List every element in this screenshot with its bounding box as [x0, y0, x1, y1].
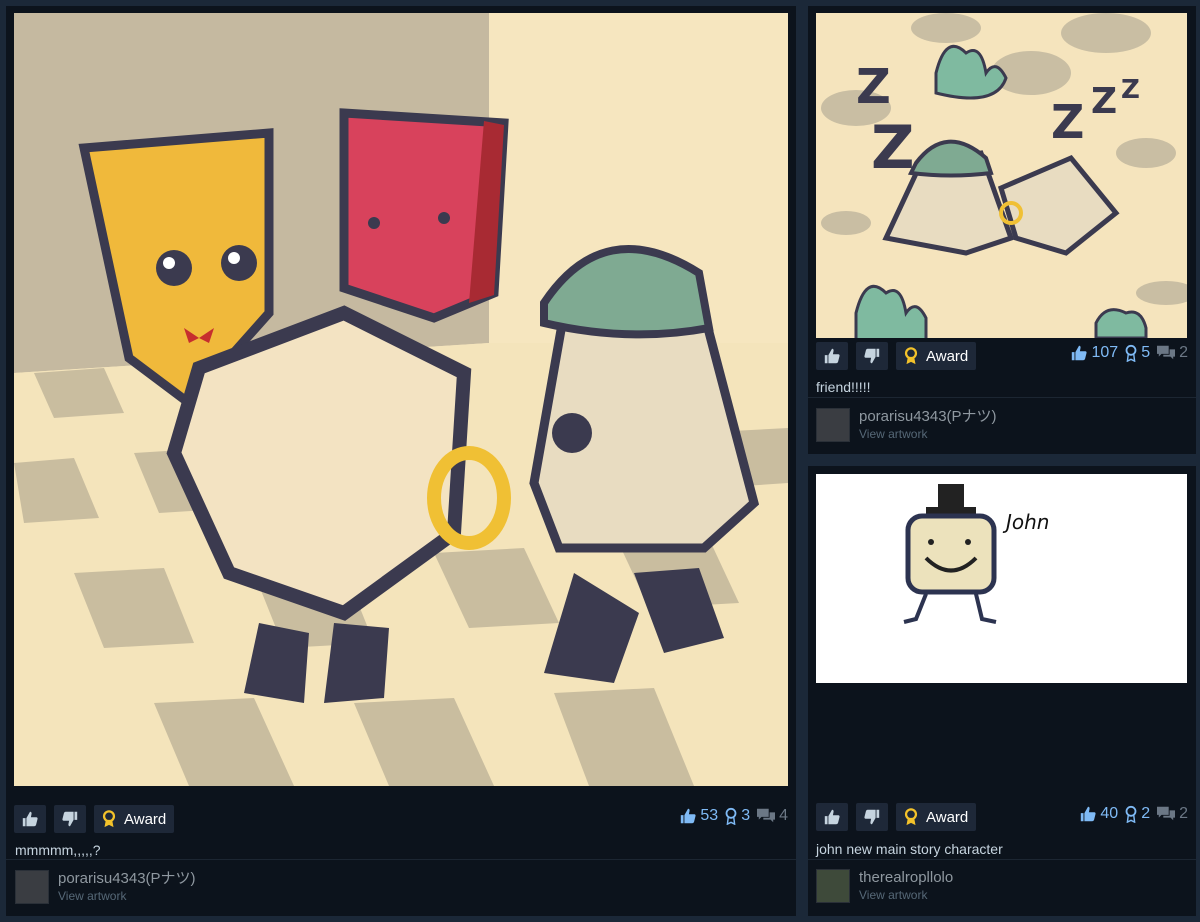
artwork-card-3: John Award 40 2 2 john new main story ch…: [808, 466, 1196, 916]
thumbs-up-icon: [1072, 345, 1088, 361]
upvote-button[interactable]: [816, 342, 848, 370]
likes-count: 40: [1100, 805, 1119, 822]
likes-count: 107: [1091, 344, 1119, 361]
avatar[interactable]: [816, 408, 850, 442]
thumbs-down-icon: [864, 809, 880, 825]
artwork-caption: mmmmm,,,,,?: [15, 842, 101, 858]
award-button[interactable]: Award: [896, 342, 977, 370]
action-bar-1: Award 53 3 4: [6, 799, 796, 833]
award-button[interactable]: Award: [896, 803, 977, 831]
svg-text:Z: Z: [1051, 95, 1084, 149]
action-bar-3: Award 40 2 2: [808, 797, 1196, 831]
award-label: Award: [926, 808, 969, 826]
author-block[interactable]: porarisu4343(Pナツ) View artwork: [816, 408, 997, 442]
svg-text:Z: Z: [1121, 75, 1140, 105]
award-count-icon: [1125, 805, 1137, 823]
stats-3: 40 2 2: [1079, 805, 1188, 823]
award-count-icon: [1125, 344, 1137, 362]
artwork-caption: john new main story character: [816, 841, 1003, 857]
thumbs-up-icon: [22, 811, 38, 827]
thumbs-up-icon: [824, 809, 840, 825]
comments-icon: [757, 808, 776, 823]
divider: [6, 859, 796, 860]
artwork-doodle-text: John: [1002, 510, 1050, 534]
artwork-image-1[interactable]: [14, 13, 788, 786]
thumbs-down-icon: [864, 348, 880, 364]
avatar[interactable]: [15, 870, 49, 904]
comments-icon: [1157, 345, 1176, 360]
downvote-button[interactable]: [856, 342, 888, 370]
divider: [808, 859, 1196, 860]
divider: [808, 397, 1196, 398]
artwork-card-1: Award 53 3 4 mmmmm,,,,,? porarisu4343(Pナ…: [6, 6, 796, 916]
downvote-button[interactable]: [856, 803, 888, 831]
downvote-button[interactable]: [54, 805, 86, 833]
award-label: Award: [124, 810, 167, 828]
awards-count: 3: [741, 807, 751, 824]
avatar[interactable]: [816, 869, 850, 903]
award-button[interactable]: Award: [94, 805, 175, 833]
author-block[interactable]: therealropllolo View artwork: [816, 869, 953, 903]
award-label: Award: [926, 347, 969, 365]
thumbs-up-icon: [824, 348, 840, 364]
comments-icon: [1157, 806, 1176, 821]
likes-count: 53: [700, 807, 719, 824]
thumbs-down-icon: [62, 811, 78, 827]
author-name[interactable]: porarisu4343(Pナツ): [58, 870, 196, 888]
svg-text:Z: Z: [871, 113, 915, 183]
award-count-icon: [725, 807, 737, 825]
artwork-image-2[interactable]: Z Z Z Z Z: [816, 13, 1187, 338]
author-name[interactable]: porarisu4343(Pナツ): [859, 408, 997, 426]
action-bar-2: Award 107 5 2: [808, 336, 1196, 370]
comments-count: 2: [1179, 344, 1188, 361]
comments-count: 2: [1179, 805, 1188, 822]
svg-text:Z: Z: [1091, 81, 1117, 122]
awards-count: 5: [1141, 344, 1151, 361]
artwork-image-3[interactable]: John: [816, 474, 1187, 683]
author-name[interactable]: therealropllolo: [859, 869, 953, 887]
comments-count: 4: [779, 807, 788, 824]
upvote-button[interactable]: [14, 805, 46, 833]
svg-text:Z: Z: [856, 59, 891, 115]
awards-count: 2: [1141, 805, 1151, 822]
artwork-caption: friend!!!!!: [816, 379, 871, 395]
view-artwork-link[interactable]: View artwork: [58, 888, 196, 904]
view-artwork-link[interactable]: View artwork: [859, 426, 997, 442]
author-block[interactable]: porarisu4343(Pナツ) View artwork: [15, 870, 196, 904]
view-artwork-link[interactable]: View artwork: [859, 887, 953, 903]
award-icon: [904, 347, 918, 365]
award-icon: [904, 808, 918, 826]
award-icon: [102, 810, 116, 828]
stats-1: 53 3 4: [679, 807, 788, 825]
artwork-card-2: Z Z Z Z Z Award 107 5 2 friend!!!!! pora…: [808, 6, 1196, 454]
stats-2: 107 5 2: [1070, 344, 1188, 362]
upvote-button[interactable]: [816, 803, 848, 831]
thumbs-up-icon: [681, 808, 696, 824]
thumbs-up-icon: [1081, 806, 1096, 822]
